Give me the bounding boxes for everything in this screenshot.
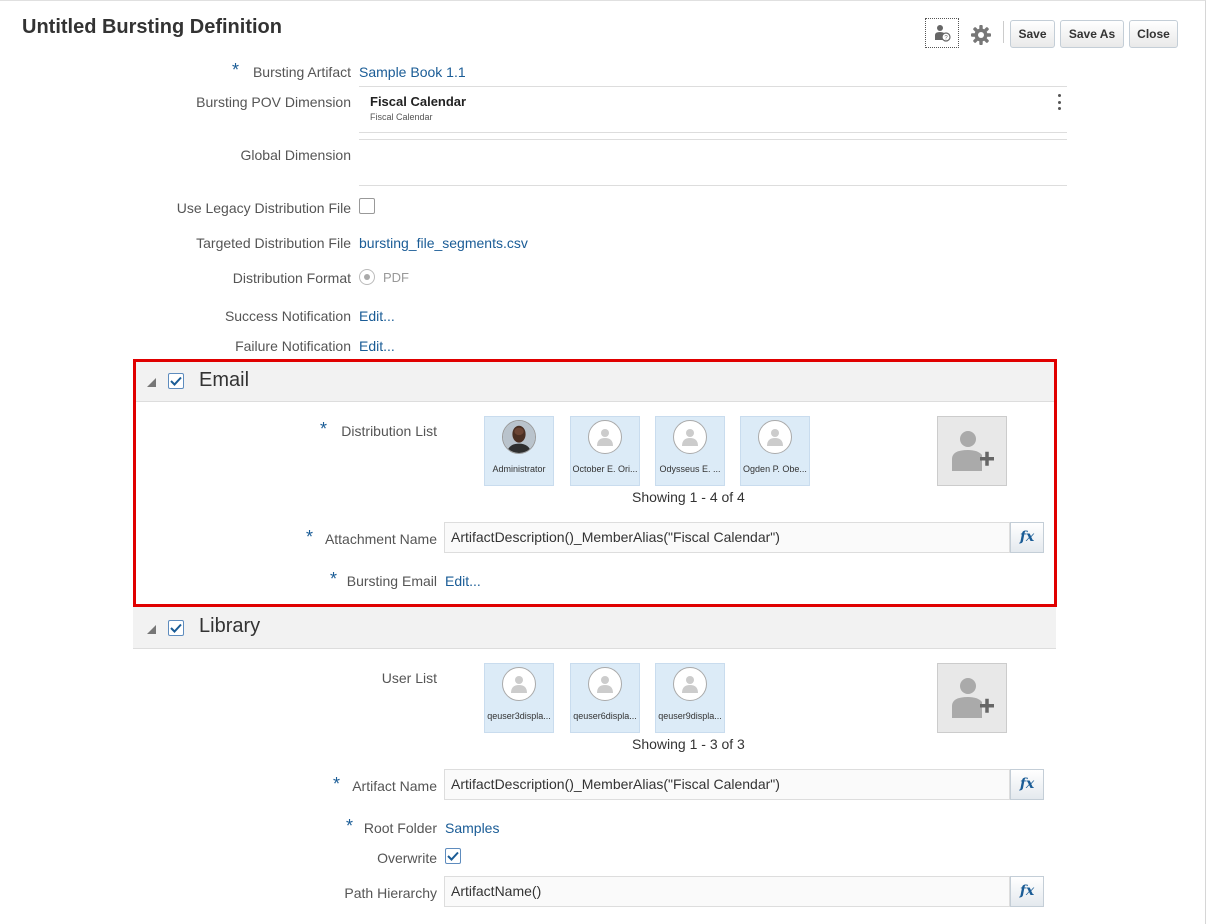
user-avatar-icon — [588, 667, 622, 701]
user-name: qeuser9displa... — [658, 711, 722, 721]
add-user-button[interactable] — [937, 663, 1007, 733]
more-options-icon[interactable] — [1055, 94, 1063, 110]
page-title: Untitled Bursting Definition — [22, 16, 282, 38]
required-marker: * — [232, 60, 240, 80]
user-avatar-icon — [673, 420, 707, 454]
checkmark-icon — [447, 851, 459, 861]
divider — [359, 132, 1067, 133]
required-marker: * — [346, 816, 354, 836]
user-avatar-icon — [588, 420, 622, 454]
user-name: Odysseus E. ... — [659, 464, 721, 474]
pdf-radio-label: PDF — [383, 270, 409, 285]
root-folder-label: Root Folder — [363, 820, 437, 836]
email-section-title: Email — [199, 369, 250, 391]
attachment-name-fx-button[interactable]: fx — [1010, 522, 1044, 553]
path-hierarchy-label: Path Hierarchy — [344, 885, 437, 901]
gear-icon — [971, 25, 991, 45]
required-marker: * — [330, 569, 338, 589]
user-list-label: User List — [381, 670, 437, 686]
user-card[interactable]: October E. Ori... — [570, 416, 640, 486]
add-recipient-button[interactable] — [937, 416, 1007, 486]
path-hierarchy-fx-button[interactable]: fx — [1010, 876, 1044, 907]
library-enable-checkbox[interactable] — [168, 620, 184, 636]
pov-dimension-label: Bursting POV Dimension — [196, 94, 351, 110]
divider — [359, 86, 1067, 87]
distribution-format-label: Distribution Format — [232, 270, 351, 286]
close-button[interactable]: Close — [1129, 20, 1178, 48]
root-folder-link[interactable]: Samples — [445, 820, 499, 836]
user-card[interactable]: qeuser6displa... — [570, 663, 640, 733]
user-name: Ogden P. Obe... — [743, 464, 807, 474]
overwrite-checkbox[interactable] — [445, 848, 461, 864]
user-list-count: Showing 1 - 3 of 3 — [632, 736, 745, 752]
user-question-icon: ? — [935, 25, 951, 42]
bursting-email-edit-link[interactable]: Edit... — [445, 573, 481, 589]
distribution-list-label: Distribution List — [341, 423, 437, 439]
artifact-name-label: Artifact Name — [352, 778, 437, 794]
user-card-administrator[interactable]: Administrator — [484, 416, 554, 486]
divider — [359, 185, 1067, 186]
checkmark-icon — [170, 623, 182, 633]
artifact-name-input[interactable]: ArtifactDescription()_MemberAlias("Fisca… — [444, 769, 1010, 800]
pov-dimension-name[interactable]: Fiscal Calendar — [370, 94, 466, 109]
success-notification-edit-link[interactable]: Edit... — [359, 308, 395, 324]
overwrite-label: Overwrite — [377, 850, 437, 866]
add-user-icon — [952, 678, 994, 718]
bursting-email-label: Bursting Email — [346, 573, 437, 589]
user-name: Administrator — [492, 464, 546, 474]
bursting-artifact-label: Bursting Artifact — [252, 64, 351, 80]
save-as-button[interactable]: Save As — [1060, 20, 1124, 48]
library-section-header — [133, 607, 1056, 649]
toolbar-divider — [1003, 21, 1004, 43]
required-marker: * — [306, 527, 314, 547]
global-dimension-label: Global Dimension — [240, 147, 352, 163]
success-notification-label: Success Notification — [224, 308, 351, 324]
required-marker: * — [333, 774, 341, 794]
save-button[interactable]: Save — [1010, 20, 1055, 48]
attachment-name-input[interactable]: ArtifactDescription()_MemberAlias("Fisca… — [444, 522, 1010, 553]
user-photo-avatar — [502, 420, 536, 454]
email-enable-checkbox[interactable] — [168, 373, 184, 389]
email-section-header — [133, 360, 1056, 402]
user-card[interactable]: Odysseus E. ... — [655, 416, 725, 486]
checkmark-icon — [170, 376, 182, 386]
failure-notification-edit-link[interactable]: Edit... — [359, 338, 395, 354]
bursting-artifact-link[interactable]: Sample Book 1.1 — [359, 64, 466, 80]
use-legacy-checkbox[interactable] — [359, 198, 375, 214]
user-avatar-icon — [502, 667, 536, 701]
user-name: October E. Ori... — [572, 464, 638, 474]
pov-dimension-subtitle: Fiscal Calendar — [370, 112, 433, 122]
failure-notification-label: Failure Notification — [235, 338, 351, 354]
required-marker: * — [320, 419, 328, 439]
collapse-triangle-icon[interactable] — [146, 622, 157, 638]
divider — [359, 139, 1067, 140]
user-card[interactable]: qeuser3displa... — [484, 663, 554, 733]
settings-button[interactable] — [968, 22, 994, 48]
use-legacy-label: Use Legacy Distribution File — [176, 200, 351, 216]
collapse-triangle-icon[interactable] — [146, 375, 157, 391]
user-name: qeuser6displa... — [573, 711, 637, 721]
user-help-button[interactable]: ? — [925, 18, 959, 48]
library-section-title: Library — [199, 615, 261, 637]
distribution-list-count: Showing 1 - 4 of 4 — [632, 489, 745, 505]
targeted-file-link[interactable]: bursting_file_segments.csv — [359, 235, 528, 251]
pdf-radio[interactable] — [359, 269, 375, 285]
user-avatar-icon — [673, 667, 707, 701]
artifact-name-fx-button[interactable]: fx — [1010, 769, 1044, 800]
attachment-name-label: Attachment Name — [324, 531, 437, 547]
targeted-file-label: Targeted Distribution File — [196, 235, 351, 251]
user-name: qeuser3displa... — [487, 711, 551, 721]
user-avatar-icon — [758, 420, 792, 454]
user-card[interactable]: qeuser9displa... — [655, 663, 725, 733]
user-card[interactable]: Ogden P. Obe... — [740, 416, 810, 486]
add-user-icon — [952, 431, 994, 471]
path-hierarchy-input[interactable]: ArtifactName() — [444, 876, 1010, 907]
